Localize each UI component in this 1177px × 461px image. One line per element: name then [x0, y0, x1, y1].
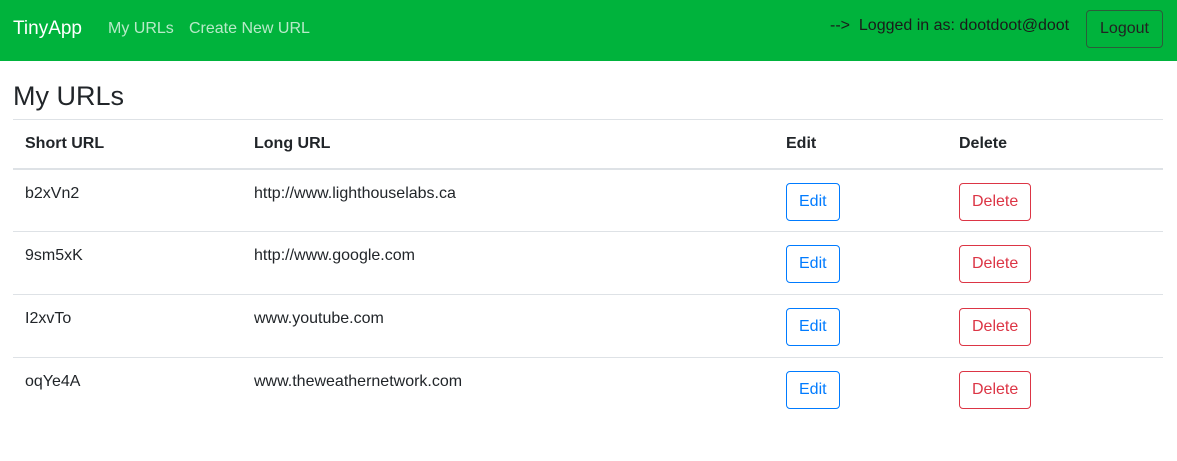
nav-link-create-new-url[interactable]: Create New URL [189, 19, 310, 39]
urls-table: Short URL Long URL Edit Delete b2xVn2 ht… [13, 119, 1163, 421]
column-header-long-url: Long URL [254, 134, 331, 152]
delete-button[interactable]: Delete [959, 371, 1032, 409]
edit-button[interactable]: Edit [786, 371, 840, 409]
long-url-cell: http://www.lighthouselabs.ca [254, 184, 456, 202]
logged-in-status: --> Logged in as: dootdoot@doot [830, 17, 1070, 34]
column-header-delete: Delete [959, 134, 1008, 152]
edit-cell: Edit [774, 232, 947, 295]
nav-link-my-urls[interactable]: My URLs [108, 19, 174, 39]
delete-button[interactable]: Delete [959, 308, 1032, 346]
table-header-row: Short URL Long URL Edit Delete [13, 119, 1163, 169]
logout-button[interactable]: Logout [1086, 10, 1163, 48]
page-title: My URLs [13, 81, 125, 111]
long-url-cell: www.theweathernetwork.com [254, 373, 463, 390]
table-row: b2xVn2 http://www.lighthouselabs.ca Edit… [13, 169, 1163, 232]
table-header: Short URL Long URL Edit Delete [13, 119, 1163, 169]
delete-button[interactable]: Delete [959, 245, 1032, 283]
navbar: TinyApp My URLs Create New URL --> Logge… [0, 0, 1177, 61]
table-row: oqYe4A www.theweathernetwork.com Edit De… [13, 358, 1163, 421]
short-url-cell: oqYe4A [25, 373, 81, 390]
short-url-cell: b2xVn2 [25, 184, 80, 202]
brand-link[interactable]: TinyApp [13, 18, 82, 40]
column-header-short-url: Short URL [25, 134, 105, 152]
delete-cell: Delete [947, 169, 1163, 232]
long-url-cell: www.youtube.com [254, 310, 384, 327]
table-row: I2xvTo www.youtube.com Edit Delete [13, 295, 1163, 358]
edit-cell: Edit [774, 295, 947, 358]
table-body: b2xVn2 http://www.lighthouselabs.ca Edit… [13, 169, 1163, 421]
delete-button[interactable]: Delete [959, 182, 1032, 221]
edit-button[interactable]: Edit [786, 182, 840, 221]
edit-cell: Edit [774, 358, 947, 421]
edit-button[interactable]: Edit [786, 308, 840, 346]
column-header-edit: Edit [786, 134, 817, 152]
edit-cell: Edit [774, 169, 947, 232]
delete-cell: Delete [947, 358, 1163, 421]
edit-button[interactable]: Edit [786, 245, 840, 283]
delete-cell: Delete [947, 295, 1163, 358]
delete-cell: Delete [947, 232, 1163, 295]
short-url-cell: 9sm5xK [25, 247, 83, 264]
long-url-cell: http://www.google.com [254, 247, 415, 264]
table-row: 9sm5xK http://www.google.com Edit Delete [13, 232, 1163, 295]
short-url-cell: I2xvTo [25, 310, 72, 327]
